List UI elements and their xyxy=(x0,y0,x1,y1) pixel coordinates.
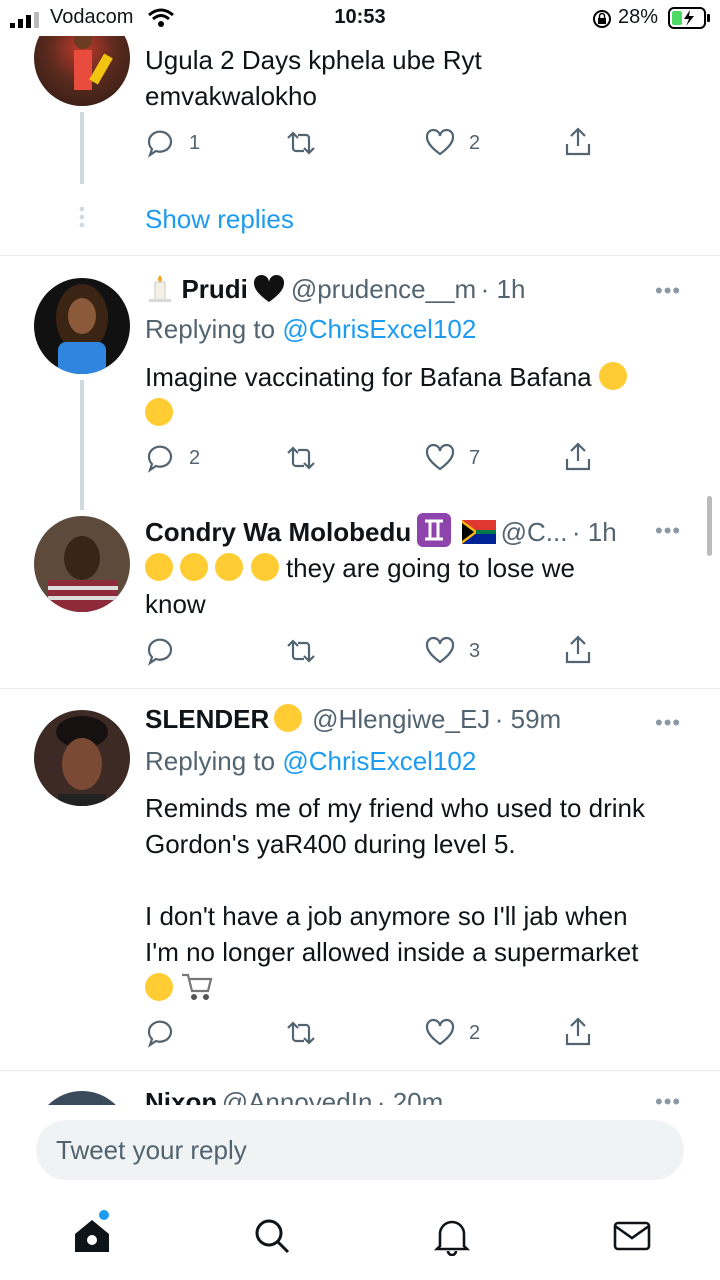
south-africa-flag-icon xyxy=(462,520,497,544)
divider xyxy=(0,255,720,256)
tweet-header: Prudi @prudence__m · 1h xyxy=(145,272,525,305)
tweet-text: Imagine vaccinating for Bafana Bafana xyxy=(145,359,685,431)
more-options-icon[interactable]: ••• xyxy=(655,278,681,304)
share-icon xyxy=(565,635,591,664)
avatar[interactable] xyxy=(34,278,130,374)
replying-to-link[interactable]: @ChrisExcel102 xyxy=(282,314,476,344)
share-button[interactable] xyxy=(563,126,593,158)
share-button[interactable] xyxy=(563,1016,593,1048)
rofl-emoji-icon xyxy=(250,553,279,581)
display-name[interactable]: SLENDER xyxy=(145,704,269,734)
replying-to: Replying to @ChrisExcel102 xyxy=(145,746,477,776)
user-handle[interactable]: @C... xyxy=(501,517,568,547)
reply-button[interactable]: 2 xyxy=(145,443,200,473)
retweet-icon xyxy=(287,639,315,663)
orientation-lock-icon xyxy=(593,10,611,28)
like-icon xyxy=(425,128,455,156)
avatar[interactable] xyxy=(34,710,130,806)
shopping-cart-emoji-icon xyxy=(182,973,213,1000)
share-icon xyxy=(565,1017,591,1046)
tweet-header: SLENDER @Hlengiwe_EJ · 59m xyxy=(145,704,561,735)
user-handle[interactable]: @AnnoyedIn xyxy=(222,1087,373,1105)
more-options-icon[interactable]: ••• xyxy=(655,1089,681,1105)
divider xyxy=(0,688,720,689)
avatar-image xyxy=(56,284,108,374)
notifications-icon[interactable] xyxy=(432,1216,472,1256)
heart-eyes-emoji-icon xyxy=(273,704,302,732)
reply-button[interactable] xyxy=(145,636,175,666)
tweet-header: Nixon @AnnoyedIn · 20m xyxy=(145,1087,443,1105)
rofl-emoji-icon xyxy=(145,553,173,581)
tweet-time: · 1h xyxy=(571,517,617,547)
display-name[interactable]: Prudi xyxy=(181,274,247,304)
avatar[interactable] xyxy=(34,516,130,612)
retweet-button[interactable] xyxy=(284,443,318,473)
replying-to: Replying to @ChrisExcel102 xyxy=(145,314,477,344)
like-icon xyxy=(425,1018,455,1046)
home-notification-dot xyxy=(99,1210,109,1220)
tweet-reply-input[interactable]: Tweet your reply xyxy=(36,1120,684,1180)
black-heart-emoji-icon xyxy=(254,274,285,302)
reply-button[interactable] xyxy=(145,1018,175,1048)
like-icon xyxy=(425,443,455,471)
retweet-button[interactable] xyxy=(284,1018,318,1048)
tweet-text: Ugula 2 Days kphela ube Ryt emvakwalokho xyxy=(145,45,482,111)
tweet-time: · 59m xyxy=(494,704,562,734)
tweet-text: they are going to lose we know xyxy=(145,553,576,619)
scrollbar[interactable] xyxy=(707,496,712,556)
retweet-button[interactable] xyxy=(284,636,318,666)
battery-icon xyxy=(668,7,710,29)
thread-line xyxy=(80,380,84,510)
reply-icon xyxy=(147,1020,173,1048)
reply-button[interactable]: 1 xyxy=(145,128,200,158)
battery-percent: 28% xyxy=(618,6,659,28)
retweet-icon xyxy=(287,446,315,470)
like-button[interactable]: 7 xyxy=(425,443,480,473)
candle-emoji-icon xyxy=(149,275,171,302)
more-options-icon[interactable]: ••• xyxy=(655,518,681,544)
crying-emoji-icon xyxy=(598,362,627,390)
display-name[interactable]: Condry Wa Molobedu xyxy=(145,517,411,547)
like-icon xyxy=(425,636,455,664)
user-handle[interactable]: @prudence__m xyxy=(291,274,476,304)
rofl-emoji-icon xyxy=(180,553,209,581)
tears-of-joy-emoji-icon xyxy=(145,973,173,1001)
avatar-image xyxy=(48,536,118,612)
show-replies-link[interactable]: Show replies xyxy=(145,204,294,235)
retweet-button[interactable] xyxy=(284,128,318,158)
tweet-header: Condry Wa Molobedu @C... · 1h xyxy=(145,512,617,548)
share-icon xyxy=(565,442,591,471)
avatar-image xyxy=(56,716,108,806)
tweet-partial: Nixon @AnnoyedIn · 20m ••• xyxy=(0,1071,720,1105)
share-icon xyxy=(565,127,591,156)
gemini-emoji-icon xyxy=(416,513,451,547)
avatar[interactable] xyxy=(34,1091,130,1105)
share-button[interactable] xyxy=(563,634,593,666)
thread-line xyxy=(80,112,84,184)
crying-emoji-icon xyxy=(145,398,173,426)
tweet-time: · 20m xyxy=(376,1087,444,1105)
like-button[interactable]: 2 xyxy=(425,1018,480,1048)
user-handle[interactable]: @Hlengiwe_EJ xyxy=(312,704,490,734)
tweet-time: · 1h xyxy=(480,274,526,304)
reply-icon xyxy=(147,445,173,473)
display-name[interactable]: Nixon xyxy=(145,1087,217,1105)
reply-icon xyxy=(147,130,173,158)
more-options-icon[interactable]: ••• xyxy=(655,710,681,736)
share-button[interactable] xyxy=(563,441,593,473)
like-button[interactable]: 3 xyxy=(425,636,480,666)
rofl-emoji-icon xyxy=(215,553,244,581)
replying-to-link[interactable]: @ChrisExcel102 xyxy=(282,746,476,776)
retweet-icon xyxy=(287,131,315,155)
clock: 10:53 xyxy=(334,6,386,28)
tweet-text: Reminds me of my friend who used to drin… xyxy=(145,790,705,1006)
show-replies-dots-icon xyxy=(79,206,85,228)
search-icon[interactable] xyxy=(252,1216,292,1256)
home-icon[interactable] xyxy=(72,1216,112,1256)
messages-icon[interactable] xyxy=(612,1216,652,1256)
retweet-icon xyxy=(287,1021,315,1045)
status-bar: Vodacom 10:53 28% xyxy=(0,0,720,36)
reply-icon xyxy=(147,638,173,666)
like-button[interactable]: 2 xyxy=(425,128,480,158)
